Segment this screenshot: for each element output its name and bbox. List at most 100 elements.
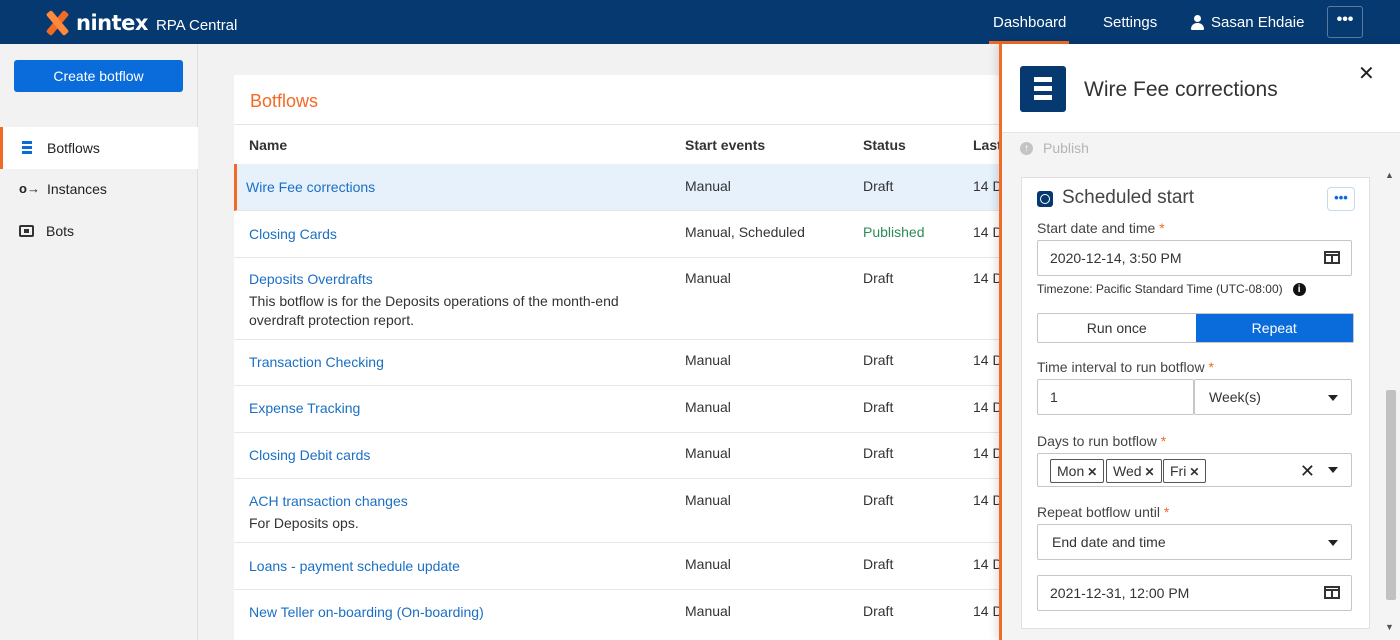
sidebar-item-botflows[interactable]: Botflows <box>0 127 198 169</box>
calendar-icon[interactable] <box>1324 586 1340 599</box>
sidebar-item-label: Bots <box>46 223 75 239</box>
remove-icon: ✕ <box>1144 465 1155 479</box>
column-header-start-events[interactable]: Start events <box>685 137 765 153</box>
column-header-status[interactable]: Status <box>863 137 906 153</box>
run-once-option[interactable]: Run once <box>1038 314 1196 342</box>
start-date-input[interactable]: 2020-12-14, 3:50 PM <box>1037 240 1352 276</box>
panel-header: Wire Fee corrections ✕ <box>1002 44 1400 133</box>
start-events: Manual <box>685 492 731 508</box>
status: Draft <box>863 492 894 508</box>
clear-icon[interactable]: ✕ <box>1300 454 1315 488</box>
end-date-input[interactable]: 2021-12-31, 12:00 PM <box>1037 575 1352 611</box>
days-multiselect[interactable]: Mon ✕ Wed ✕ Fri ✕ ✕ <box>1037 453 1352 487</box>
table-row[interactable]: Closing Debit cards Manual Draft 14 D <box>234 433 1014 479</box>
table-row[interactable]: Wire Fee corrections Manual Draft 14 D <box>234 164 1014 211</box>
sidebar-item-label: Botflows <box>47 140 100 156</box>
botflow-name-link[interactable]: Loans - payment schedule update <box>249 558 460 574</box>
schedule-more-button[interactable]: ••• <box>1327 187 1355 211</box>
start-events: Manual <box>685 445 731 461</box>
publish-arrow-icon: ↑ <box>1020 141 1033 155</box>
status: Published <box>863 224 925 240</box>
app-name: RPA Central <box>155 16 238 34</box>
table-row[interactable]: Loans - payment schedule update Manual D… <box>234 543 1014 590</box>
status: Draft <box>863 270 894 286</box>
start-events: Manual <box>685 352 731 368</box>
repeat-until-select[interactable]: End date and time <box>1037 524 1352 560</box>
more-menu-button[interactable]: ••• <box>1327 6 1363 38</box>
column-header-name[interactable]: Name <box>249 137 287 153</box>
day-chip[interactable]: Fri ✕ <box>1163 459 1207 483</box>
scheduled-start-title: Scheduled start <box>1062 187 1195 208</box>
botflows-card: Botflows Name Start events Status Last W… <box>234 75 1014 640</box>
scroll-up-icon[interactable]: ▲ <box>1385 170 1394 180</box>
botflow-name-link[interactable]: Deposits Overdrafts <box>249 271 373 287</box>
table-row[interactable]: Expense Tracking Manual Draft 14 D <box>234 386 1014 433</box>
table-row[interactable]: Transaction Checking Manual Draft 14 D <box>234 340 1014 386</box>
botflow-icon <box>1020 66 1066 112</box>
table-row[interactable]: Closing Cards Manual, Scheduled Publishe… <box>234 211 1014 258</box>
status: Draft <box>863 445 894 461</box>
botflow-name-link[interactable]: Closing Cards <box>249 226 337 242</box>
clock-icon <box>1037 191 1053 207</box>
start-events: Manual <box>685 178 731 194</box>
start-date-value: 2020-12-14, 3:50 PM <box>1050 250 1182 266</box>
top-bar: nintex RPA Central Dashboard Settings Sa… <box>0 0 1400 44</box>
table-row[interactable]: Deposits Overdrafts This botflow is for … <box>234 258 1014 340</box>
scheduled-start-card: Scheduled start ••• Start date and time … <box>1021 177 1370 629</box>
remove-icon: ✕ <box>1189 465 1200 479</box>
sidebar-item-bots[interactable]: Bots <box>0 210 198 252</box>
repeat-until-label: Repeat botflow until * <box>1037 504 1170 520</box>
chevron-down-icon <box>1328 395 1338 401</box>
close-icon[interactable]: ✕ <box>1358 61 1375 86</box>
page-title: Botflows <box>250 91 319 111</box>
column-header-last[interactable]: Last <box>973 137 1002 153</box>
botflow-detail-panel: Wire Fee corrections ✕ ↑ Publish ▲ ▼ Sch… <box>999 44 1400 640</box>
nav-settings[interactable]: Settings <box>1103 14 1157 31</box>
nintex-logo[interactable]: nintex RPA Central <box>44 10 237 36</box>
interval-input[interactable]: 1 <box>1037 379 1194 415</box>
botflow-name-link[interactable]: ACH transaction changes <box>249 493 408 509</box>
interval-label: Time interval to run botflow * <box>1037 359 1214 375</box>
scrollbar-thumb[interactable] <box>1386 390 1396 600</box>
interval-unit-select[interactable]: Week(s) <box>1194 379 1352 415</box>
botflow-name-link[interactable]: Expense Tracking <box>249 400 360 416</box>
calendar-icon[interactable] <box>1324 251 1340 264</box>
timezone-text: Timezone: Pacific Standard Time (UTC-08:… <box>1037 282 1283 296</box>
info-icon[interactable]: i <box>1292 282 1306 296</box>
chevron-down-icon[interactable] <box>1328 467 1338 473</box>
nav-dashboard[interactable]: Dashboard <box>993 14 1066 31</box>
repeat-option[interactable]: Repeat <box>1195 314 1353 342</box>
table-row[interactable]: New Teller on-boarding (On-boarding) Man… <box>234 590 1014 640</box>
nintex-x-icon <box>44 10 70 36</box>
user-name: Sasan Ehdaie <box>1211 14 1305 31</box>
table-row[interactable]: ACH transaction changes For Deposits ops… <box>234 479 1014 543</box>
publish-label: Publish <box>1043 140 1089 156</box>
botflows-icon <box>19 140 35 156</box>
instances-icon: o→ <box>19 181 40 196</box>
nav-user-menu[interactable]: Sasan Ehdaie <box>1190 14 1304 31</box>
brand-name: nintex <box>76 11 148 35</box>
sidebar: Create botflow Botflows o→ Instances Bot… <box>0 44 198 640</box>
chevron-down-icon <box>1328 540 1338 546</box>
day-chip[interactable]: Wed ✕ <box>1106 459 1162 483</box>
sidebar-item-label: Instances <box>47 181 107 197</box>
publish-button[interactable]: ↑ Publish <box>1020 140 1089 156</box>
panel-title: Wire Fee corrections <box>1084 78 1278 101</box>
start-date-label: Start date and time * <box>1037 220 1165 236</box>
scroll-down-icon[interactable]: ▼ <box>1385 622 1394 632</box>
start-events: Manual, Scheduled <box>685 224 805 240</box>
botflow-name-link[interactable]: Transaction Checking <box>249 354 384 370</box>
botflow-name-link[interactable]: Closing Debit cards <box>249 447 370 463</box>
status: Draft <box>863 352 894 368</box>
status: Draft <box>863 603 894 619</box>
day-chip[interactable]: Mon ✕ <box>1050 459 1105 483</box>
sidebar-item-instances[interactable]: o→ Instances <box>0 168 198 210</box>
create-botflow-button[interactable]: Create botflow <box>14 60 183 92</box>
botflow-name-link[interactable]: New Teller on-boarding (On-boarding) <box>249 604 484 620</box>
repeat-until-value: End date and time <box>1052 534 1166 550</box>
botflow-description: This botflow is for the Deposits operati… <box>249 293 619 328</box>
status: Draft <box>863 556 894 572</box>
bots-icon <box>19 225 34 237</box>
run-mode-toggle[interactable]: Run once Repeat <box>1037 313 1354 343</box>
botflow-name-link[interactable]: Wire Fee corrections <box>246 179 375 195</box>
